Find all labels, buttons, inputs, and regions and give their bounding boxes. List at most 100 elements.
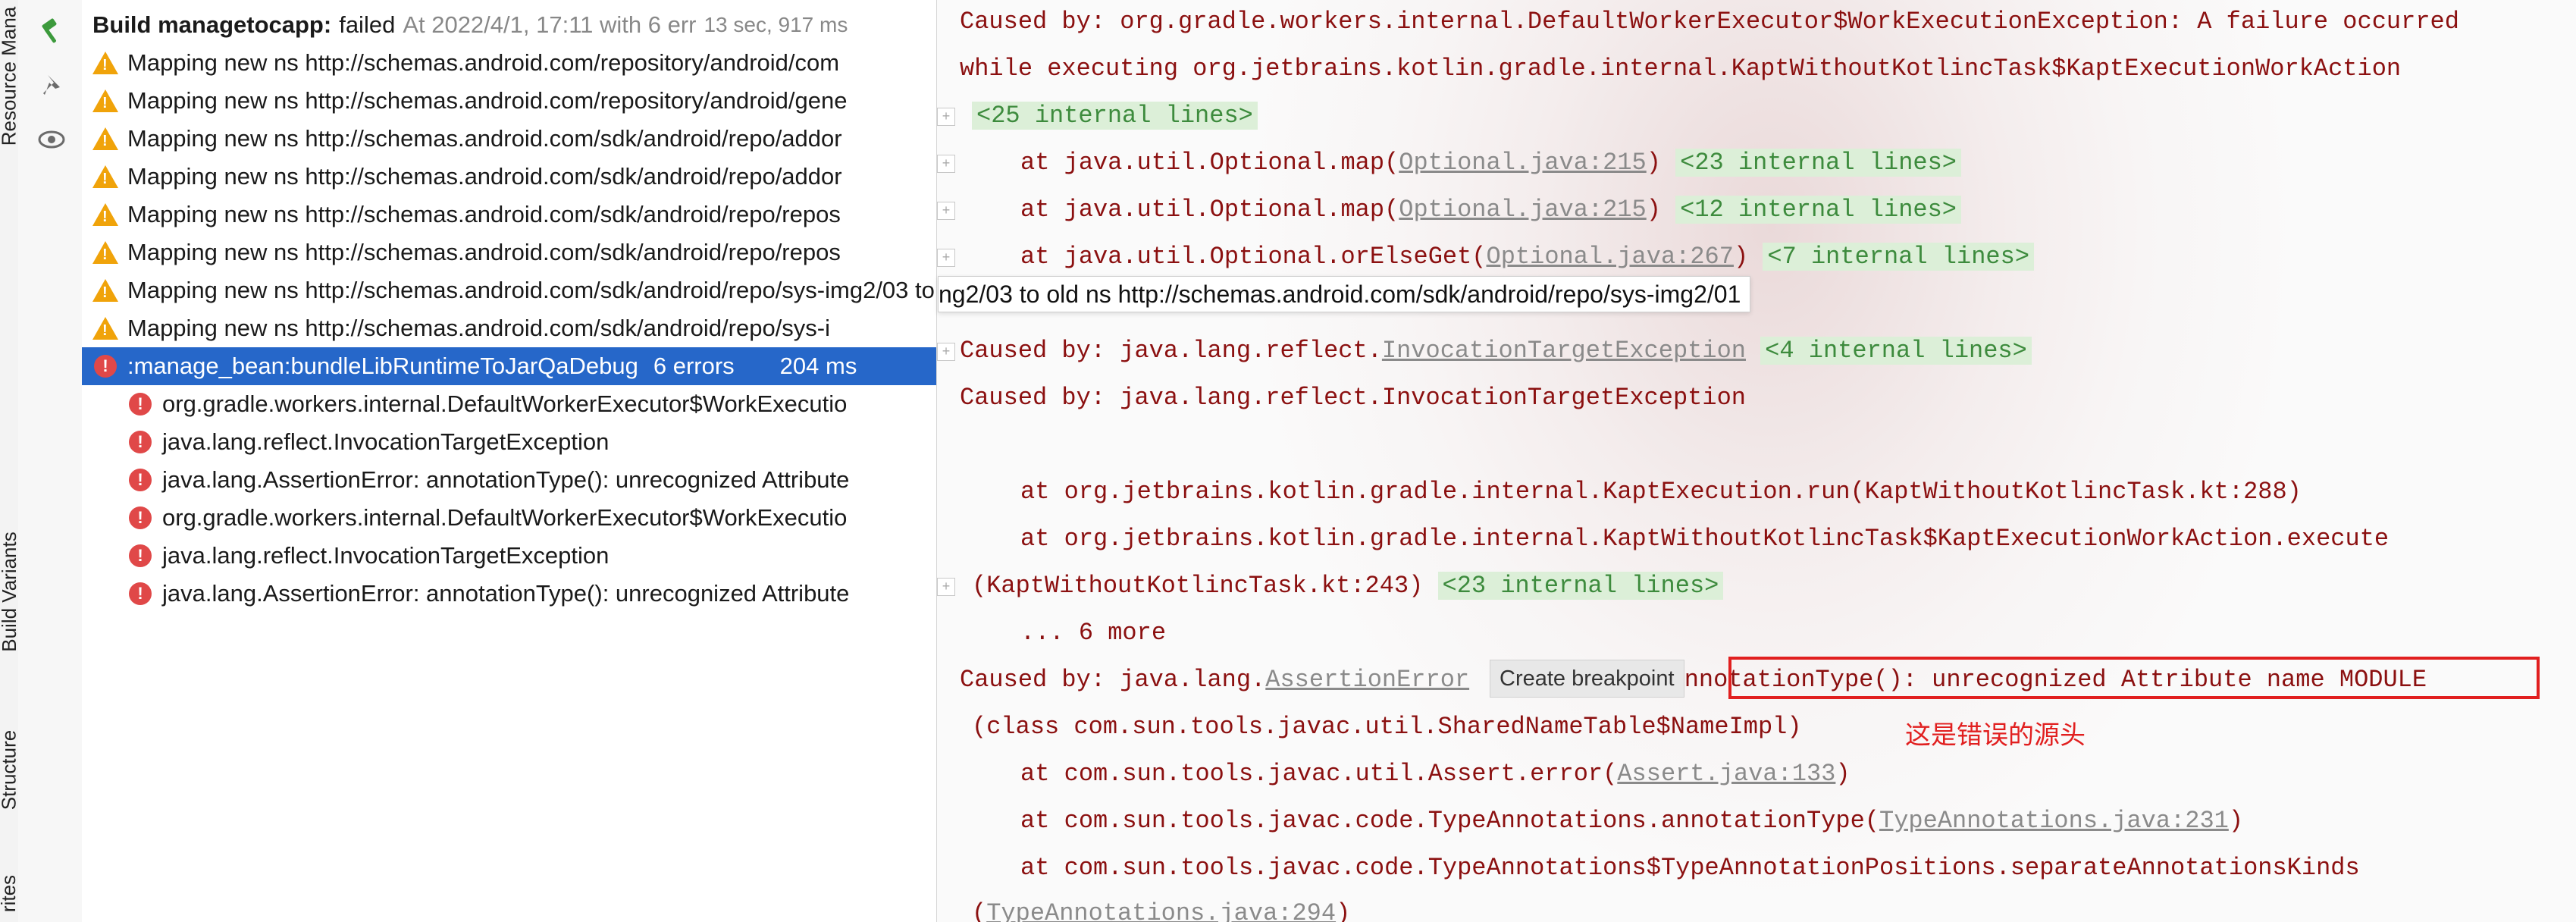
eye-icon[interactable]	[36, 124, 67, 155]
hammer-icon[interactable]	[36, 17, 67, 47]
annotation-note: 这是错误的源头	[1905, 721, 2086, 750]
fold-toggle[interactable]: +	[937, 249, 955, 267]
warning-icon: !	[92, 165, 118, 188]
warning-text: Mapping new ns http://schemas.android.co…	[127, 201, 841, 227]
error-icon: !	[129, 393, 152, 416]
frame-text: )	[2228, 807, 2244, 835]
task-duration: 204 ms	[779, 353, 857, 379]
warning-row[interactable]: ! Mapping new ns http://schemas.android.c…	[82, 44, 936, 82]
side-tab-strip: Resource Mana Build Variants Structure r…	[0, 0, 20, 922]
create-breakpoint-label: Create breakpoint	[1500, 666, 1675, 691]
source-link[interactable]: TypeAnnotations.java:294	[986, 899, 1336, 922]
warning-icon: !	[92, 127, 118, 150]
warning-row[interactable]: ! Mapping new ns http://schemas.android.c…	[82, 82, 936, 120]
source-link[interactable]: Optional.java:215	[1399, 196, 1646, 224]
task-node-selected[interactable]: ! :manage_bean:bundleLibRuntimeToJarQaDe…	[82, 347, 936, 385]
error-text: java.lang.reflect.InvocationTargetExcept…	[162, 428, 610, 455]
console-line: Caused by: java.lang.reflect.InvocationT…	[960, 332, 2032, 370]
fold-toggle[interactable]: +	[937, 108, 955, 126]
error-source-highlight-box	[1728, 657, 2540, 699]
console-line: while executing org.jetbrains.kotlin.gra…	[960, 55, 2402, 83]
resource-manager-tab[interactable]: Resource Mana	[0, 0, 20, 152]
fold-toggle[interactable]: +	[937, 155, 955, 173]
console-line: (class com.sun.tools.javac.util.SharedNa…	[972, 713, 1802, 741]
warning-row[interactable]: ! Mapping new ns http://schemas.android.c…	[82, 234, 936, 271]
frame-text: at java.util.Optional.map(	[1020, 149, 1399, 177]
console-line: Caused by: java.lang.reflect.InvocationT…	[960, 384, 1746, 412]
internal-lines-fold[interactable]: <12 internal lines>	[1675, 196, 1961, 224]
source-link[interactable]: Optional.java:215	[1399, 149, 1646, 177]
warning-icon: !	[92, 89, 118, 112]
fold-toggle[interactable]: +	[937, 202, 955, 220]
create-breakpoint-popup[interactable]: Create breakpoint	[1490, 660, 1684, 698]
console-output[interactable]: Caused by: org.gradle.workers.internal.D…	[937, 0, 2576, 922]
build-root-node[interactable]: Build managetocapp: failed At 2022/4/1, …	[82, 6, 936, 44]
console-line: at org.jetbrains.kotlin.gradle.internal.…	[1020, 478, 2302, 506]
error-row[interactable]: ! org.gradle.workers.internal.DefaultWork…	[82, 385, 936, 423]
error-row[interactable]: ! java.lang.AssertionError: annotationTyp…	[82, 575, 936, 613]
frame-text: (KaptWithoutKotlincTask.kt:243)	[972, 572, 1424, 600]
error-row[interactable]: ! java.lang.AssertionError: annotationTyp…	[82, 461, 936, 499]
warning-icon: !	[92, 52, 118, 74]
error-row[interactable]: ! org.gradle.workers.internal.DefaultWork…	[82, 499, 936, 537]
build-status: failed	[339, 11, 396, 38]
error-text: org.gradle.workers.internal.DefaultWorke…	[162, 390, 848, 417]
fold-toggle[interactable]: +	[937, 343, 955, 361]
warning-text: Mapping new ns http://schemas.android.co…	[127, 315, 831, 341]
warning-row[interactable]: ! Mapping new ns http://schemas.android.c…	[82, 158, 936, 196]
console-line: at java.util.Optional.orElseGet(Optional…	[1020, 238, 2035, 276]
warning-row[interactable]: ! Mapping new ns http://schemas.android.c…	[82, 196, 936, 234]
error-icon: !	[129, 469, 152, 491]
frame-text: Caused by: java.lang.	[960, 666, 1266, 694]
structure-tab[interactable]: Structure	[0, 705, 20, 834]
error-icon: !	[129, 544, 152, 567]
build-toolbar	[18, 0, 83, 922]
error-row[interactable]: ! java.lang.reflect.InvocationTargetExcep…	[82, 423, 936, 461]
warning-row[interactable]: ! Mapping new ns http://schemas.android.c…	[82, 309, 936, 347]
source-link[interactable]: Assert.java:133	[1617, 760, 1835, 788]
pin-icon[interactable]	[36, 70, 67, 100]
frame-text: (	[972, 899, 987, 922]
frame-text: Caused by: java.lang.reflect.	[960, 337, 1382, 365]
source-link[interactable]: Optional.java:267	[1487, 243, 1734, 271]
console-line: at com.sun.tools.javac.code.TypeAnnotati…	[1020, 854, 2360, 882]
internal-lines-fold[interactable]: <23 internal lines>	[1675, 149, 1961, 177]
frame-text: at com.sun.tools.javac.util.Assert.error…	[1020, 760, 1618, 788]
warning-icon: !	[92, 279, 118, 302]
frame-text: )	[1835, 760, 1851, 788]
warning-text: Mapping new ns http://schemas.android.co…	[127, 49, 840, 76]
build-title: Build managetocapp:	[92, 11, 332, 38]
fold-toggle[interactable]: +	[937, 578, 955, 596]
frame-text: )	[1336, 899, 1351, 922]
console-line: at java.util.Optional.map(Optional.java:…	[1020, 191, 1961, 229]
internal-lines-fold[interactable]: <4 internal lines>	[1760, 337, 2032, 365]
error-icon: !	[129, 582, 152, 605]
console-line: (KaptWithoutKotlincTask.kt:243) <23 inte…	[972, 567, 1724, 605]
task-label: :manage_bean:bundleLibRuntimeToJarQaDebu…	[127, 353, 638, 379]
console-line: at org.jetbrains.kotlin.gradle.internal.…	[1020, 525, 2390, 553]
warning-row[interactable]: ! Mapping new ns http://schemas.android.c…	[82, 271, 936, 309]
frame-text: )	[1646, 196, 1661, 224]
build-output-tree: Build managetocapp: failed At 2022/4/1, …	[82, 0, 938, 922]
favorites-tab[interactable]: rites	[0, 864, 20, 922]
warning-icon: !	[92, 241, 118, 264]
internal-lines-fold[interactable]: <23 internal lines>	[1437, 572, 1724, 600]
internal-lines-fold[interactable]: <7 internal lines>	[1763, 243, 2035, 271]
source-link[interactable]: AssertionError	[1265, 666, 1469, 694]
build-variants-tab[interactable]: Build Variants	[0, 500, 20, 682]
source-link[interactable]: TypeAnnotations.java:231	[1879, 807, 2229, 835]
build-duration: 13 sec, 917 ms	[704, 13, 848, 36]
console-line: at com.sun.tools.javac.code.TypeAnnotati…	[1020, 802, 2243, 840]
warning-text: Mapping new ns http://schemas.android.co…	[127, 277, 936, 303]
tooltip-text: ng2/03 to old ns http://schemas.android.…	[939, 280, 1741, 308]
internal-lines-fold[interactable]: <25 internal lines>	[972, 102, 1258, 130]
frame-text: at com.sun.tools.javac.code.TypeAnnotati…	[1020, 807, 1879, 835]
console-line: <25 internal lines>	[972, 97, 1258, 135]
console-line: at java.util.Optional.map(Optional.java:…	[1020, 144, 1961, 182]
error-icon: !	[129, 431, 152, 453]
error-text: java.lang.AssertionError: annotationType…	[162, 580, 850, 607]
warning-row[interactable]: ! Mapping new ns http://schemas.android.c…	[82, 120, 936, 158]
frame-text: )	[1646, 149, 1661, 177]
source-link[interactable]: InvocationTargetException	[1382, 337, 1746, 365]
error-row[interactable]: ! java.lang.reflect.InvocationTargetExcep…	[82, 537, 936, 575]
